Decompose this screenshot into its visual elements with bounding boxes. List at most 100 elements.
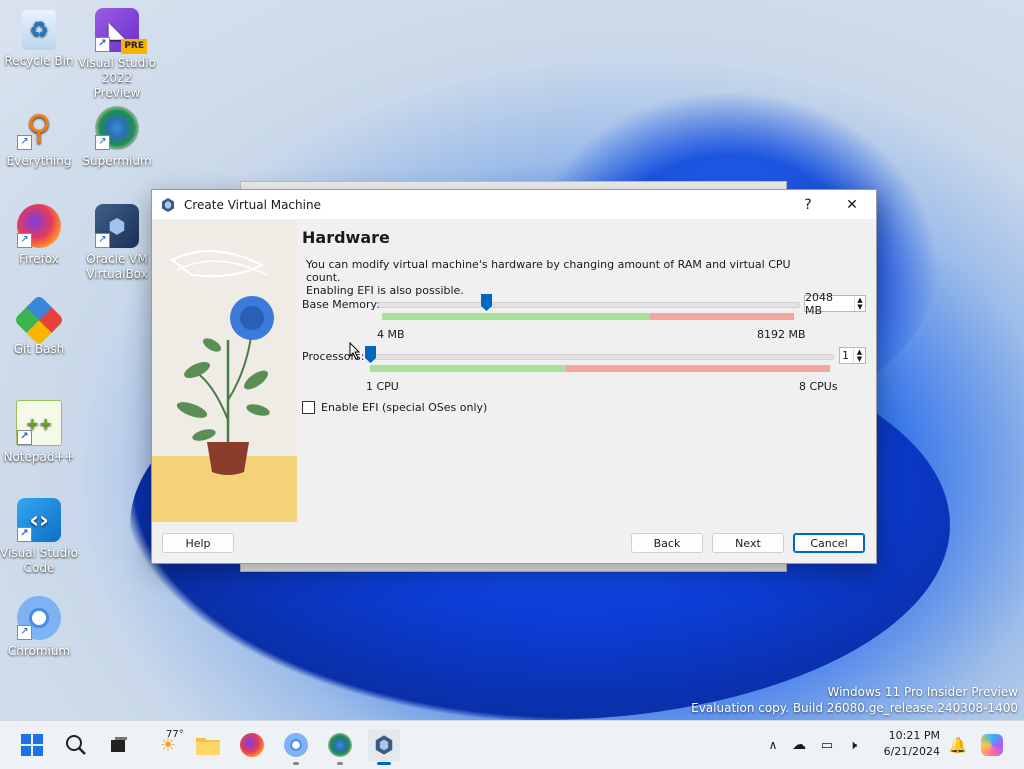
start-icon <box>21 734 43 756</box>
task-view-button[interactable] <box>102 729 134 761</box>
desktop-icon-label: Visual Studio 2022 Preview <box>78 56 156 100</box>
shortcut-arrow-icon: ↗ <box>95 37 110 52</box>
desktop-icon-label: Chromium <box>7 644 71 658</box>
visual-studio-icon: ◣ PRE ↗ <box>95 8 147 54</box>
desktop-icon-label: Oracle VM VirtualBox <box>86 252 148 281</box>
desktop-icon-label: Visual Studio Code <box>0 546 78 575</box>
spin-arrows-icon[interactable]: ▲ ▼ <box>853 348 865 363</box>
notepad-plus-plus-icon: ++ ↗ <box>16 400 62 446</box>
close-button[interactable]: ✕ <box>830 190 874 219</box>
taskbar-virtualbox[interactable] <box>368 729 400 765</box>
checkbox-box[interactable] <box>302 401 315 414</box>
taskbar-chromium[interactable] <box>280 729 312 765</box>
running-indicator <box>337 762 343 765</box>
virtualbox-icon <box>162 197 174 212</box>
weather-widget[interactable]: ☀ 77° <box>148 729 188 761</box>
active-indicator <box>377 762 391 765</box>
copilot-icon <box>981 734 1003 756</box>
base-memory-spinbox[interactable]: 2048 MB ▲ ▼ <box>804 291 866 317</box>
taskbar-firefox[interactable] <box>236 729 268 761</box>
enable-efi-checkbox[interactable]: Enable EFI (special OSes only) <box>302 401 487 414</box>
desktop-icon-everything[interactable]: ⚲ ↗ Everything <box>0 106 78 169</box>
mouse-cursor-icon <box>349 342 361 360</box>
desktop-icon-virtualbox[interactable]: ⬢ ↗ Oracle VM VirtualBox <box>78 204 156 282</box>
running-indicator <box>293 762 299 765</box>
base-memory-slider-thumb[interactable] <box>481 294 492 311</box>
enable-efi-label: Enable EFI (special OSes only) <box>321 401 488 414</box>
wizard-content: Hardware You can modify virtual machine'… <box>302 220 874 522</box>
notifications-button[interactable]: 🔔 <box>942 729 974 761</box>
search-button[interactable] <box>60 729 92 761</box>
windows-watermark: Windows 11 Pro Insider Preview Evaluatio… <box>691 685 1018 715</box>
processors-max-label: 8 CPUs <box>799 380 838 393</box>
desktop-icon-label: Everything <box>6 154 72 168</box>
supermium-icon <box>328 733 352 757</box>
dialog-title: Create Virtual Machine <box>184 197 321 212</box>
onedrive-cloud-icon[interactable]: ☁ <box>784 737 814 753</box>
spin-arrows-icon[interactable]: ▲ ▼ <box>853 296 865 311</box>
start-button[interactable] <box>16 729 48 761</box>
processors-scale <box>370 365 830 372</box>
desktop-icon-chromium[interactable]: ↗ Chromium <box>0 596 78 659</box>
plant-illustration <box>152 220 297 522</box>
firefox-icon: ↗ <box>17 204 61 248</box>
copilot-button[interactable] <box>976 729 1008 761</box>
base-memory-scale <box>382 313 794 320</box>
help-title-button[interactable]: ? <box>786 190 830 219</box>
search-icon <box>66 735 86 755</box>
bell-icon: 🔔 <box>948 736 968 754</box>
weather-temp: 77° <box>166 729 184 740</box>
supermium-icon: ↗ <box>95 106 139 150</box>
desktop-icon-git-bash[interactable]: Git Bash <box>0 294 78 357</box>
close-icon: ✕ <box>846 196 858 213</box>
processors-slider-thumb[interactable] <box>365 346 376 363</box>
chromium-icon: ↗ <box>17 596 61 640</box>
virtualbox-icon: ⬢ ↗ <box>95 204 139 248</box>
processors-spinbox[interactable]: 1 ▲ ▼ <box>839 347 866 364</box>
desktop-icon-label: Notepad++ <box>3 450 75 464</box>
base-memory-max-label: 8192 MB <box>757 328 806 341</box>
chromium-icon <box>284 733 308 757</box>
task-view-icon <box>111 737 127 752</box>
clock-date: 6/21/2024 <box>883 745 940 758</box>
help-button[interactable]: Help <box>162 533 234 553</box>
desktop-icon-vscode[interactable]: ‹› ↗ Visual Studio Code <box>0 498 78 576</box>
virtualbox-icon <box>375 735 393 755</box>
cancel-button[interactable]: Cancel <box>793 533 865 553</box>
desktop-icon-label: Firefox <box>19 252 59 266</box>
page-description: You can modify virtual machine's hardwar… <box>306 258 791 297</box>
wizard-illustration <box>152 220 297 522</box>
base-memory-label: Base Memory: <box>302 298 380 311</box>
desktop-icon-supermium[interactable]: ↗ Supermium <box>78 106 156 169</box>
desktop-icon-firefox[interactable]: ↗ Firefox <box>0 204 78 267</box>
create-vm-dialog: Create Virtual Machine ? ✕ Hardware You … <box>151 189 877 564</box>
git-bash-icon <box>13 294 65 346</box>
shortcut-arrow-icon: ↗ <box>17 430 32 445</box>
taskbar-file-explorer[interactable] <box>192 729 224 761</box>
pre-badge: PRE <box>121 39 147 54</box>
processors-min-label: 1 CPU <box>366 380 399 393</box>
base-memory-min-label: 4 MB <box>377 328 405 341</box>
dialog-titlebar: Create Virtual Machine ? ✕ <box>152 190 876 219</box>
firefox-icon <box>240 733 264 757</box>
desktop-icon-recycle-bin[interactable]: ♻ Recycle Bin <box>0 10 78 69</box>
base-memory-slider-track[interactable] <box>378 302 800 308</box>
vscode-icon: ‹› ↗ <box>17 498 61 542</box>
shortcut-arrow-icon: ↗ <box>17 527 32 542</box>
shortcut-arrow-icon: ↗ <box>17 233 32 248</box>
shortcut-arrow-icon: ↗ <box>17 135 32 150</box>
desktop-icon-notepad-plus-plus[interactable]: ++ ↗ Notepad++ <box>0 400 78 465</box>
chevron-up-icon[interactable]: ∧ <box>762 738 784 752</box>
network-icon[interactable]: ▭ <box>814 738 840 753</box>
clock[interactable]: 10:21 PM 6/21/2024 <box>884 728 940 760</box>
volume-icon[interactable]: 🕨 <box>840 738 866 753</box>
processors-slider-track[interactable] <box>368 354 834 360</box>
search-magnifier-icon: ⚲ ↗ <box>17 106 61 150</box>
taskbar-supermium[interactable] <box>324 729 356 765</box>
desktop-icon-visual-studio-preview[interactable]: ◣ PRE ↗ Visual Studio 2022 Preview <box>78 8 156 101</box>
page-title: Hardware <box>302 228 390 247</box>
next-button[interactable]: Next <box>712 533 784 553</box>
desktop-icon-label: Recycle Bin <box>4 54 74 68</box>
back-button[interactable]: Back <box>631 533 703 553</box>
dialog-footer: Help Back Next Cancel <box>152 523 876 563</box>
